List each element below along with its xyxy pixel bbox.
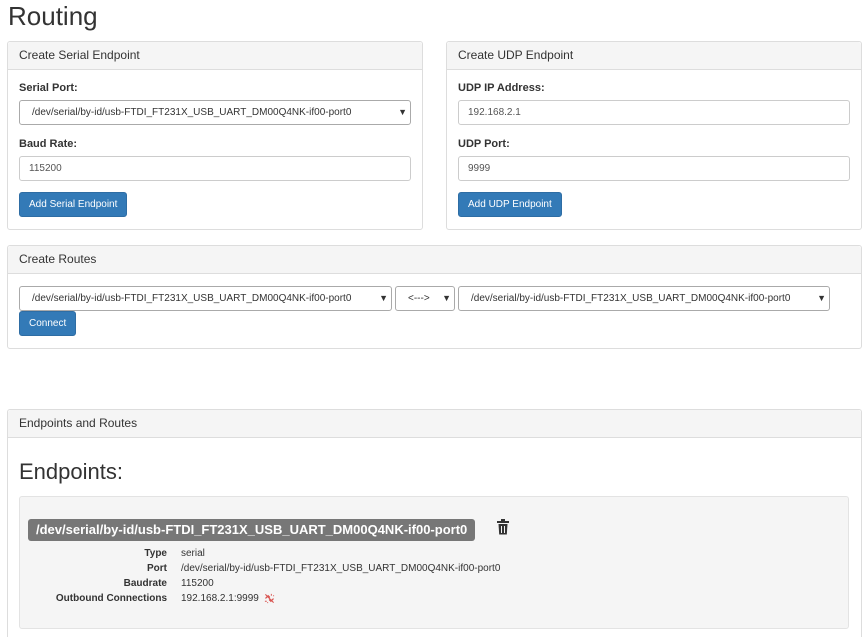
baudrate-key: Baudrate [123,578,167,589]
chevron-down-icon: ▼ [379,293,388,303]
chevron-down-icon: ▼ [398,107,407,117]
create-routes-panel: Create Routes /dev/serial/by-id/usb-FTDI… [7,245,862,349]
add-serial-endpoint-button[interactable]: Add Serial Endpoint [19,192,128,217]
add-udp-endpoint-button[interactable]: Add UDP Endpoint [458,192,562,217]
serial-port-label: Serial Port: [19,82,78,94]
type-key: Type [144,548,167,559]
udp-ip-input[interactable]: 192.168.2.1 [458,100,850,125]
page-title: Routing [8,1,98,31]
route-target-select[interactable]: /dev/serial/by-id/usb-FTDI_FT231X_USB_UA… [458,286,830,311]
baud-rate-input[interactable]: 115200 [19,156,411,181]
udp-endpoint-panel: Create UDP Endpoint UDP IP Address: 192.… [446,41,862,230]
route-source-select[interactable]: /dev/serial/by-id/usb-FTDI_FT231X_USB_UA… [19,286,392,311]
connect-button[interactable]: Connect [19,311,77,336]
port-key: Port [147,563,167,574]
endpoint-card: /dev/serial/by-id/usb-FTDI_FT231X_USB_UA… [19,496,849,629]
baud-rate-label: Baud Rate: [19,138,78,150]
unlink-icon[interactable] [264,593,275,604]
chevron-down-icon: ▼ [817,293,826,303]
trash-icon[interactable] [496,519,510,535]
chevron-down-icon: ▼ [442,293,451,303]
baudrate-value: 115200 [181,578,214,589]
outbound-connections-key: Outbound Connections [55,593,167,604]
route-direction-select[interactable]: <---> ▼ [395,286,455,311]
endpoints-routes-heading: Endpoints and Routes [8,410,861,438]
type-value: serial [181,548,205,559]
serial-endpoint-panel: Create Serial Endpoint Serial Port: /dev… [7,41,423,230]
endpoint-label-badge: /dev/serial/by-id/usb-FTDI_FT231X_USB_UA… [28,519,476,541]
port-value: /dev/serial/by-id/usb-FTDI_FT231X_USB_UA… [181,563,501,574]
outbound-connection-value: 192.168.2.1:9999 [181,593,259,605]
route-source-value: /dev/serial/by-id/usb-FTDI_FT231X_USB_UA… [32,293,352,304]
serial-port-select[interactable]: /dev/serial/by-id/usb-FTDI_FT231X_USB_UA… [19,100,411,125]
route-direction-value: <---> [408,293,430,304]
endpoints-section-title: Endpoints: [19,459,123,484]
serial-port-value: /dev/serial/by-id/usb-FTDI_FT231X_USB_UA… [32,107,352,118]
create-routes-heading: Create Routes [8,246,861,274]
outbound-connections-row: 192.168.2.1:9999 [181,593,275,604]
udp-ip-label: UDP IP Address: [458,82,545,94]
route-target-value: /dev/serial/by-id/usb-FTDI_FT231X_USB_UA… [471,293,791,304]
serial-endpoint-heading: Create Serial Endpoint [8,42,422,70]
udp-port-input[interactable]: 9999 [458,156,850,181]
udp-endpoint-heading: Create UDP Endpoint [447,42,861,70]
udp-port-label: UDP Port: [458,138,510,150]
